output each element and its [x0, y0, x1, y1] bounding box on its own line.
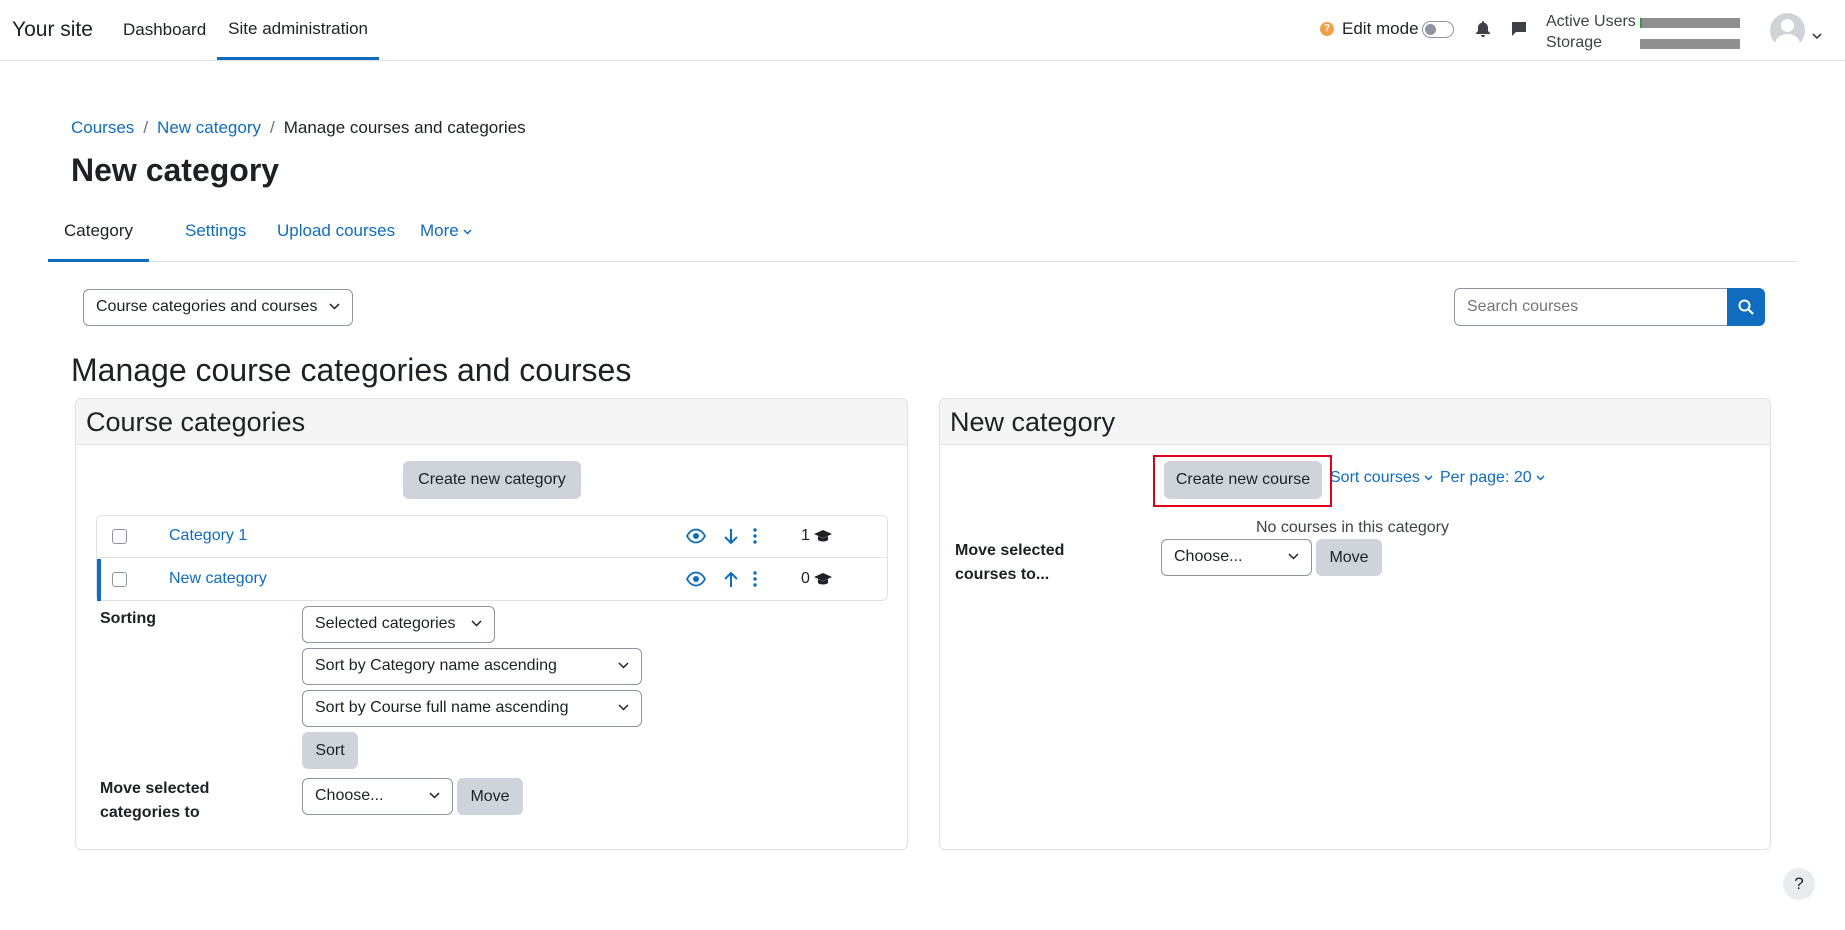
breadcrumb-current: Manage courses and categories: [283, 118, 526, 137]
sorting-scope-value: Selected categories: [315, 615, 456, 632]
tab-upload-courses[interactable]: Upload courses: [277, 208, 395, 262]
eye-icon[interactable]: [685, 571, 707, 592]
search-button[interactable]: [1727, 288, 1765, 326]
graduation-cap-icon: [813, 573, 832, 585]
list-item: Category 1 1: [97, 516, 887, 558]
chevron-down-icon: [618, 662, 629, 669]
tab-category[interactable]: Category: [48, 208, 149, 262]
sort-categories-value: Sort by Category name ascending: [315, 657, 557, 674]
course-count-value: 1: [801, 527, 810, 544]
sort-courses-select[interactable]: Sort by Course full name ascending: [302, 690, 642, 727]
no-courses-message: No courses in this category: [1256, 519, 1449, 536]
arrow-up-icon[interactable]: [724, 571, 738, 593]
active-users-label: Active Users: [1546, 13, 1636, 30]
page-title: New category: [71, 152, 280, 188]
list-item: New category 0: [97, 559, 887, 601]
arrow-down-icon[interactable]: [724, 528, 738, 550]
sort-courses-label: Sort courses: [1330, 469, 1420, 486]
per-page-label: Per page: 20: [1440, 469, 1532, 486]
create-new-course-button[interactable]: Create new course: [1164, 461, 1322, 499]
nav-dashboard[interactable]: Dashboard: [112, 0, 217, 60]
more-actions-icon[interactable]: [753, 571, 757, 592]
sort-courses-menu[interactable]: Sort courses: [1330, 469, 1433, 487]
eye-icon[interactable]: [685, 528, 707, 549]
sorting-label: Sorting: [100, 610, 156, 627]
secondary-navigation: Category Settings Upload courses More: [48, 208, 1798, 262]
help-button[interactable]: ?: [1783, 868, 1815, 900]
active-users-bar: [1640, 18, 1740, 28]
course-count: 0: [801, 570, 833, 588]
nav-site-administration[interactable]: Site administration: [217, 0, 380, 60]
user-menu-chevron-down-icon[interactable]: [1812, 24, 1822, 45]
sort-categories-select[interactable]: Sort by Category name ascending: [302, 648, 642, 685]
sort-button[interactable]: Sort: [302, 732, 358, 769]
move-categories-value: Choose...: [315, 787, 384, 804]
move-courses-select[interactable]: Choose...: [1161, 539, 1312, 576]
category-checkbox[interactable]: [112, 529, 127, 544]
breadcrumb: Courses / New category / Manage courses …: [71, 118, 526, 138]
notification-bell-icon[interactable]: [1476, 21, 1490, 42]
move-courses-label: Move selected courses to...: [955, 542, 1065, 583]
sorting-scope-select[interactable]: Selected categories: [302, 606, 495, 643]
tab-more-label: More: [420, 221, 459, 240]
breadcrumb-separator: /: [269, 118, 275, 137]
chevron-down-icon: [471, 620, 482, 627]
category-list: Category 1 1 New category 0: [96, 515, 888, 601]
chevron-down-icon: [463, 229, 472, 235]
view-mode-select[interactable]: Course categories and courses: [83, 289, 353, 326]
chevron-down-icon: [329, 303, 340, 310]
panel-title: Course categories: [76, 399, 907, 445]
storage-bar: [1640, 39, 1740, 49]
category-checkbox[interactable]: [112, 572, 127, 587]
move-courses-value: Choose...: [1174, 548, 1243, 565]
chevron-down-icon: [1536, 475, 1545, 481]
tab-settings[interactable]: Settings: [185, 208, 246, 262]
course-count: 1: [801, 527, 833, 545]
more-actions-icon[interactable]: [753, 528, 757, 549]
graduation-cap-icon: [813, 530, 832, 542]
breadcrumb-separator: /: [143, 118, 149, 137]
category-link[interactable]: New category: [169, 570, 267, 588]
category-link[interactable]: Category 1: [169, 527, 247, 545]
messages-icon[interactable]: [1511, 21, 1527, 42]
edit-mode-help-icon[interactable]: ?: [1320, 22, 1334, 36]
view-mode-value: Course categories and courses: [96, 298, 318, 315]
storage-label: Storage: [1546, 34, 1603, 51]
course-count-value: 0: [801, 570, 810, 587]
per-page-menu[interactable]: Per page: 20: [1440, 469, 1545, 487]
tab-more[interactable]: More: [420, 208, 472, 262]
chevron-down-icon: [618, 704, 629, 711]
edit-mode-toggle[interactable]: [1422, 21, 1454, 38]
top-navbar: Your site Dashboard Site administration …: [0, 0, 1845, 61]
move-courses-button[interactable]: Move: [1316, 539, 1382, 576]
move-categories-button[interactable]: Move: [457, 778, 523, 815]
edit-mode-label: Edit mode: [1342, 19, 1419, 38]
course-categories-panel: Course categories Create new category Ca…: [75, 398, 908, 850]
category-courses-panel: New category Create new course Sort cour…: [939, 398, 1771, 850]
user-avatar[interactable]: [1770, 13, 1805, 48]
primary-navigation: Dashboard Site administration: [112, 0, 380, 60]
chevron-down-icon: [1424, 475, 1433, 481]
create-new-category-button[interactable]: Create new category: [403, 461, 581, 499]
manage-heading: Manage course categories and courses: [71, 352, 632, 388]
search-courses-input[interactable]: [1454, 288, 1728, 326]
site-brand[interactable]: Your site: [12, 18, 93, 42]
move-categories-select[interactable]: Choose...: [302, 778, 453, 815]
move-categories-label: Move selected categories to: [100, 780, 210, 821]
chevron-down-icon: [429, 792, 440, 799]
sort-courses-value: Sort by Course full name ascending: [315, 699, 569, 716]
chevron-down-icon: [1288, 553, 1299, 560]
breadcrumb-new-category[interactable]: New category: [157, 118, 261, 138]
search-icon: [1738, 299, 1754, 315]
breadcrumb-courses[interactable]: Courses: [71, 118, 134, 138]
panel-title: New category: [940, 399, 1770, 445]
